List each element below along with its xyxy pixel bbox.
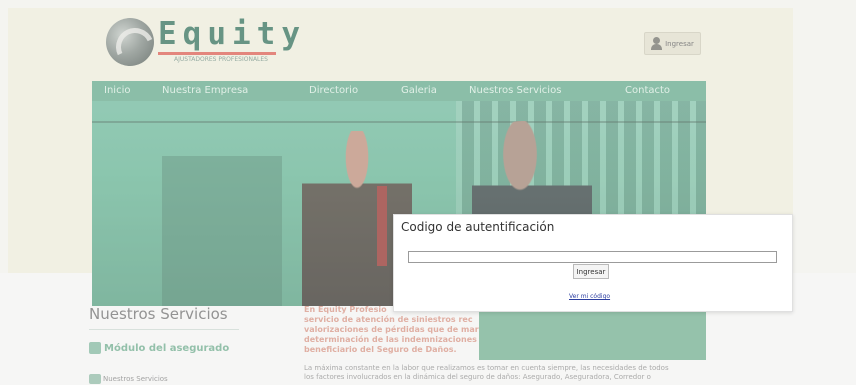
auth-code-modal: Codigo de autentificación Ingresar Ver m… [393,214,793,312]
submit-button[interactable]: Ingresar [573,264,609,279]
modal-backdrop[interactable] [0,0,856,385]
modal-title: Codigo de autentificación [401,220,555,234]
auth-code-input[interactable] [408,251,777,263]
view-code-link[interactable]: Ver mi código [569,293,610,300]
